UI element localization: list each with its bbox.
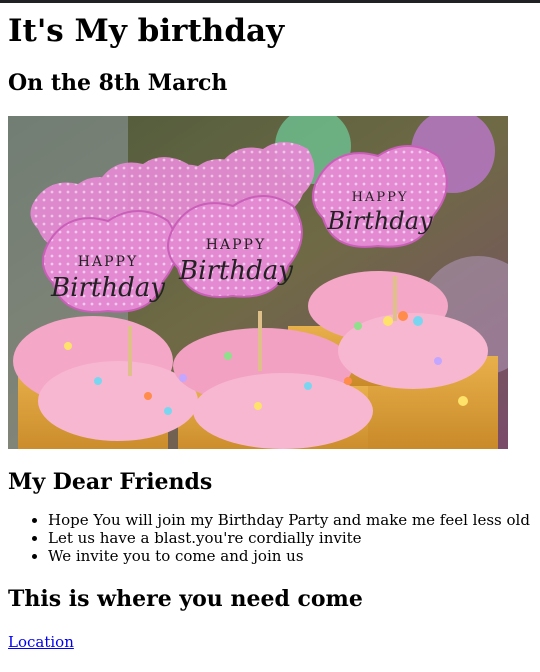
topper-text-happy: HAPPY xyxy=(352,190,409,205)
browser-top-bar xyxy=(0,0,540,3)
invite-list: Hope You will join my Birthday Party and… xyxy=(8,511,532,565)
topper-text-birthday: Birthday xyxy=(178,256,293,286)
list-item: Hope You will join my Birthday Party and… xyxy=(48,511,532,529)
topper-text-happy: HAPPY xyxy=(206,237,266,253)
where-heading: This is where you need come xyxy=(8,586,363,612)
topper-text-birthday: Birthday xyxy=(50,273,165,303)
page-content: It's My birthday On the 8th March HAPPY … xyxy=(0,13,540,651)
date-heading: On the 8th March xyxy=(8,70,228,96)
page-title: It's My birthday xyxy=(8,13,285,49)
birthday-cupcakes-image: HAPPY Birthday HAPPY Birthday HAPPY Birt… xyxy=(8,116,508,449)
topper-text-happy: HAPPY xyxy=(78,254,138,270)
friends-heading: My Dear Friends xyxy=(8,469,213,495)
list-item: We invite you to come and join us xyxy=(48,547,532,565)
list-item: Let us have a blast.you're cordially inv… xyxy=(48,529,532,547)
topper-text-birthday: Birthday xyxy=(326,207,433,235)
location-link[interactable]: Location xyxy=(8,633,74,651)
